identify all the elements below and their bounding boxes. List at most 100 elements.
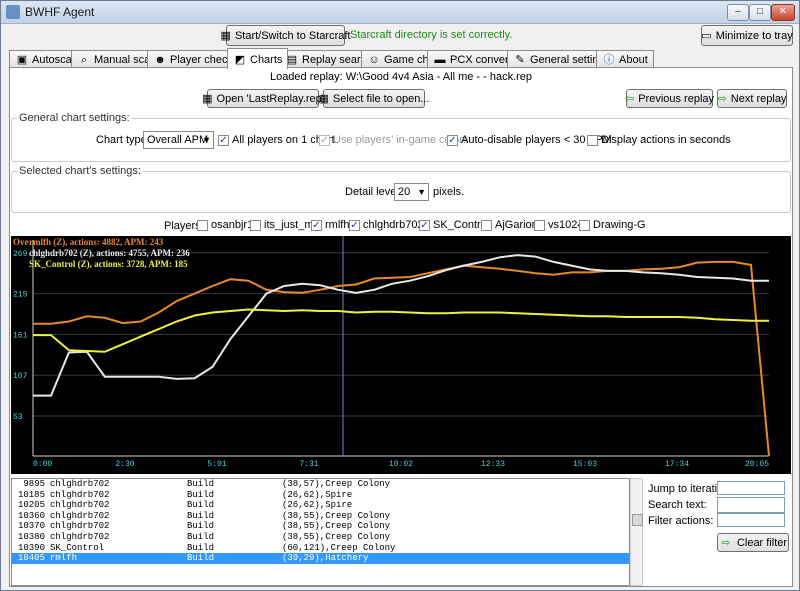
charts-icon: ◩ (234, 53, 246, 66)
log-cell-params: (38,55),Creep Colony (282, 510, 391, 521)
chart-type-select[interactable]: Overall APM ▼ (143, 131, 214, 149)
use-colors-checkbox[interactable]: ✓ Use players' in-game colors (319, 134, 468, 146)
log-cell-player: chlghdrb702 (50, 489, 110, 500)
clear-filter-button[interactable]: ⇨ Clear filter (717, 533, 789, 552)
chevron-down-icon: ▼ (417, 187, 426, 197)
checkbox-box (587, 134, 598, 146)
y-tick-label: 161 (13, 331, 28, 340)
close-window-button[interactable]: ✕ (771, 4, 795, 21)
x-tick-label: 15:03 (573, 460, 597, 469)
log-cell-player: rmlfh (50, 553, 78, 564)
maximize-window-button[interactable]: □ (749, 4, 771, 21)
player-name: rmlfh (325, 219, 350, 231)
log-cell-player: SK_Control (50, 542, 105, 553)
log-row[interactable]: 9895 chlghdrb702 Build (38,57),Creep Colony (12, 479, 629, 490)
minimize-window-button[interactable]: – (727, 4, 749, 21)
search-text-label: Search text: (648, 499, 707, 511)
checkbox-box: ✓ (218, 134, 229, 146)
log-cell-params: (26,62),Spire (282, 500, 353, 511)
starcraft-status-text: Starcraft directory is set correctly. (350, 29, 513, 41)
x-tick-label: 12:33 (481, 460, 505, 469)
detail-level-select[interactable]: 20 ▼ (394, 183, 429, 201)
x-tick-label: 20:05 (745, 460, 769, 469)
player-checkbox[interactable]: its_just_me (250, 219, 320, 231)
y-tick-label: 107 (13, 372, 28, 381)
log-cell-action: Build (187, 542, 215, 553)
display-seconds-checkbox[interactable]: Display actions in seconds (587, 134, 731, 146)
starcraft-icon: ▦ (220, 29, 231, 42)
legend-entry: rmlfh (Z), actions: 4882, APM: 243 (29, 237, 164, 247)
tab-about[interactable]: ⓘ About (596, 50, 654, 67)
filter-actions-input[interactable] (717, 513, 785, 527)
player-checkbox[interactable]: Drawing-G (579, 219, 646, 231)
log-cell-action: Build (187, 500, 215, 511)
replay-file-icon: ▦ (202, 92, 213, 105)
log-cell-params: (38,55),Creep Colony (282, 531, 391, 542)
log-cell-action: Build (187, 479, 215, 489)
log-cell-player: chlghdrb702 (50, 510, 110, 521)
select-file-button[interactable]: ▦ Select file to open... (318, 89, 430, 108)
player-name: Drawing-G (593, 219, 646, 231)
app-window: BWHF Agent – □ ✕ ▦ Start/Switch to Starc… (0, 0, 800, 591)
display-seconds-label: Display actions in seconds (601, 134, 731, 146)
open-last-replay-button[interactable]: ▦ Open 'LastReplay.rep' (202, 89, 324, 108)
x-tick-label: 5:01 (207, 460, 226, 469)
chart-type-label: Chart type: (96, 134, 150, 146)
log-scrollbar[interactable] (630, 478, 643, 586)
general-chart-settings-title: General chart settings: (17, 112, 132, 124)
all-players-checkbox[interactable]: ✓ All players on 1 chart (218, 134, 335, 146)
checkbox-box: ✓ (419, 219, 430, 231)
checkbox-box (481, 219, 492, 231)
log-cell-iter: 10390 (17, 542, 45, 553)
general-settings-icon: ✎ (515, 53, 525, 66)
app-icon (6, 5, 20, 19)
x-tick-label: 17:34 (665, 460, 689, 469)
minimize-to-tray-button[interactable]: ▭ Minimize to tray (701, 25, 793, 46)
loaded-replay-text: Loaded replay: W:\Good 4v4 Asia - All me… (269, 71, 533, 83)
series-line (33, 260, 770, 457)
log-row[interactable]: 10370 chlghdrb702 Build (38,55),Creep Colon… (12, 521, 629, 532)
player-name: osanbjr1 (211, 219, 254, 231)
log-cell-player: chlghdrb702 (50, 500, 110, 511)
log-row[interactable]: 10405 rmlfh Build (39,29),Hatchery (12, 553, 629, 564)
checkbox-box: ✓ (349, 219, 360, 231)
jump-iteration-input[interactable] (717, 481, 785, 495)
about-icon: ⓘ (603, 53, 615, 66)
start-starcraft-label: Start/Switch to Starcraft (234, 29, 351, 42)
log-cell-iter: 10360 (17, 510, 45, 521)
log-cell-action: Build (187, 553, 215, 564)
x-tick-label: 10:02 (389, 460, 413, 469)
log-cell-action: Build (187, 489, 215, 500)
log-row[interactable]: 10205 chlghdrb702 Build (26,62),Spire (12, 500, 629, 511)
log-cell-iter: 10405 (17, 553, 45, 564)
previous-replay-button[interactable]: ⇦ Previous replay (625, 89, 714, 108)
log-row[interactable]: 10390 SK_Control Build (60,121),Creep Colon… (12, 543, 629, 554)
action-log-list[interactable]: 9895 chlghdrb702 Build (38,57),Creep Colony… (11, 478, 630, 586)
log-scroll-thumb[interactable] (632, 514, 643, 526)
log-cell-iter: 10185 (17, 489, 45, 500)
log-cell-params: (38,55),Creep Colony (282, 521, 391, 532)
player-checkbox[interactable]: ✓ SK_Control (419, 219, 489, 231)
manual-scan-icon: ⌕ (80, 53, 88, 66)
log-row[interactable]: 10185 chlghdrb702 Build (26,62),Spire (12, 490, 629, 501)
checkbox-box (250, 219, 261, 231)
log-row[interactable]: 10360 chlghdrb702 Build (38,55),Creep Colon… (12, 511, 629, 522)
player-checker-icon: ☻ (154, 53, 166, 66)
player-checkbox[interactable]: ✓ rmlfh (311, 219, 349, 231)
series-line (33, 254, 769, 397)
log-row[interactable]: 10380 chlghdrb702 Build (38,55),Creep Colon… (12, 532, 629, 543)
player-checkbox[interactable]: ✓ chlghdrb702 (349, 219, 424, 231)
player-checkbox[interactable]: AjGarion (481, 219, 538, 231)
log-cell-action: Build (187, 531, 215, 542)
player-checkbox[interactable]: vs1024 (534, 219, 583, 231)
search-text-input[interactable] (717, 497, 785, 513)
next-replay-button[interactable]: ⇨ Next replay (717, 89, 787, 108)
log-cell-player: chlghdrb702 (50, 479, 110, 489)
tab-charts[interactable]: ◩ Charts (227, 48, 289, 69)
player-checkbox[interactable]: osanbjr1 (197, 219, 253, 231)
checkbox-box (534, 219, 545, 231)
autoscan-icon: ▣ (16, 53, 28, 66)
start-starcraft-button[interactable]: ▦ Start/Switch to Starcraft (221, 25, 350, 46)
apm-chart[interactable]: 269 215 161 107 53 0:00 2:30 5:01 7:31 10:02 12:33… (11, 236, 791, 474)
game-chat-icon: ☺ (368, 53, 380, 66)
